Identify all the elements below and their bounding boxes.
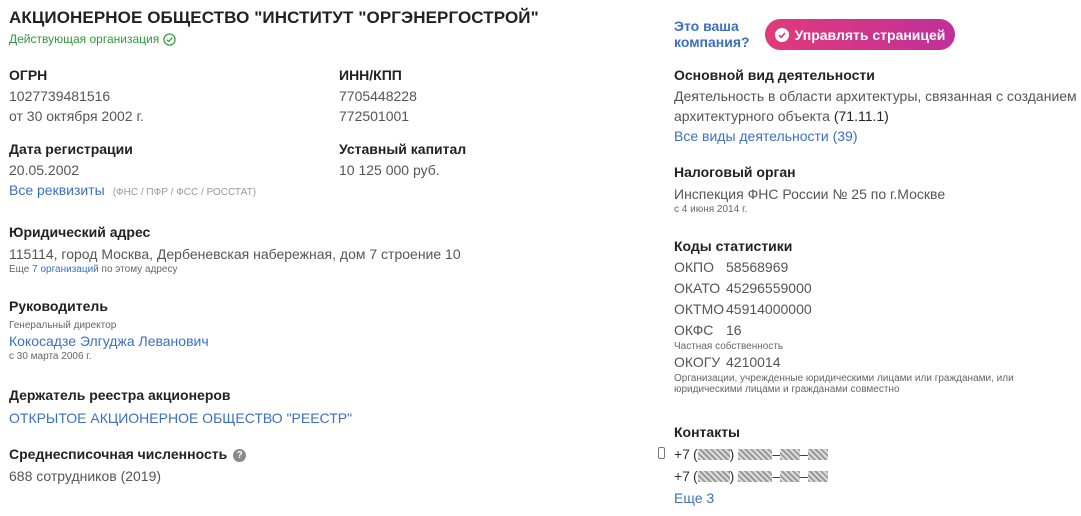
okato-row: ОКАТО 45296559000 [674,280,812,296]
tax-block: Налоговый орган Инспекция ФНС России № 2… [674,164,945,215]
director-name-link[interactable]: Кокосадзе Элгуджа Леванович [9,331,209,351]
shield-check-icon [774,27,789,42]
tax-since: с 4 июня 2014 г. [674,204,748,215]
inn-value: 7705448228 [339,88,417,104]
same-address-orgs-link[interactable]: 7 организаций [32,264,99,275]
tax-label: Налоговый орган [674,164,796,180]
capital-label: Уставный капитал [339,141,467,157]
masked-digits [738,448,773,460]
okogu-row: ОКОГУ 4210014 [674,354,781,370]
manage-page-button[interactable]: Управлять страницей [765,19,955,50]
address-label: Юридический адрес [9,224,151,240]
headcount-label: Среднесписочная численность [9,446,228,462]
okfs-row: ОКФС 16 [674,322,742,338]
ogrn-label: ОГРН [9,67,48,83]
masked-digits [807,470,828,482]
activity-line1: Деятельность в области архитектуры, связ… [674,88,1077,104]
ogrn-value: 1027739481516 [9,88,111,104]
requisites-note: (ФНС / ПФР / ФСС / РОССТАТ) [112,187,257,198]
okogu-note-2: юридическими лицами и гражданами совмест… [674,384,900,395]
capital-value: 10 125 000 руб. [339,162,440,178]
all-activities-link[interactable]: Все виды деятельности (39) [674,126,1077,146]
director-role: Генеральный директор [9,320,117,331]
registry-block: Держатель реестра акционеров ОТКРЫТОЕ АК… [9,387,352,428]
help-icon[interactable]: ? [233,448,247,462]
okfs-note: Частная собственность [674,341,784,352]
registry-label: Держатель реестра акционеров [9,387,231,403]
activity-code: (71.11.1) [833,108,889,124]
masked-digits [697,470,730,482]
registration-label: Дата регистрации [9,141,133,157]
masked-digits [807,448,828,460]
tax-value: Инспекция ФНС России № 25 по г.Москве [674,186,946,202]
registration-value: 20.05.2002 [9,162,80,178]
headcount-value: 688 сотрудников (2019) [9,468,162,484]
owner-prompt[interactable]: Это ваша компания? [674,18,750,50]
director-block: Руководитель Генеральный директор Кокоса… [9,298,209,362]
check-circle-icon [163,32,176,46]
all-requisites-link[interactable]: Все реквизиты [9,180,105,200]
inn-kpp-label: ИНН/КПП [339,67,402,83]
kpp-value: 772501001 [339,108,410,124]
headcount-label-row: Среднесписочная численность? [9,446,247,462]
phone-icon [658,447,665,459]
phone-1[interactable]: +7 () – – [674,443,828,465]
masked-digits [697,448,730,460]
more-contacts-link[interactable]: Еще 3 [674,487,828,509]
address-block: Юридический адрес 115114, город Москва, … [9,224,461,275]
oktmo-row: ОКТМО 45914000000 [674,301,812,317]
ogrn-date: от 30 октября 2002 г. [9,108,144,124]
registry-holder-link[interactable]: ОТКРЫТОЕ АКЦИОНЕРНОЕ ОБЩЕСТВО "РЕЕСТР" [9,408,352,428]
manage-page-label: Управлять страницей [794,26,946,43]
masked-digits [780,470,801,482]
masked-digits [738,470,773,482]
capital-block: Уставный капитал 10 125 000 руб. [339,141,466,180]
inn-kpp-block: ИНН/КПП 7705448228 772501001 [339,67,417,126]
address-value: 115114, город Москва, Дербеневская набер… [9,246,461,262]
headcount-block: Среднесписочная численность? 688 сотрудн… [9,446,247,486]
masked-digits [780,448,801,460]
phone-2[interactable]: +7 () – – [674,465,828,487]
requisites-row: Все реквизиты (ФНС / ПФР / ФСС / РОССТАТ… [9,180,256,200]
contacts-block: Контакты +7 () – – +7 () – – Еще 3 [658,424,828,509]
stats-label: Коды статистики [674,238,793,254]
ogrn-block: ОГРН 1027739481516 от 30 октября 2002 г. [9,67,144,126]
stats-block: Коды статистики ОКПО 58568969 ОКАТО 452965… [674,238,1014,395]
activity-label: Основной вид деятельности [674,67,875,83]
status-text: Действующая организация [9,32,160,46]
director-label: Руководитель [9,298,108,314]
contacts-label: Контакты [674,424,741,440]
company-title: АКЦИОНЕРНОЕ ОБЩЕСТВО "ИНСТИТУТ "ОРГЭНЕРГ… [9,8,539,27]
activity-block: Основной вид деятельности Деятельность в… [674,67,1077,146]
registration-block: Дата регистрации 20.05.2002 Все реквизит… [9,141,256,200]
okogu-note-1: Организации, учрежденные юридическими ли… [674,373,1014,384]
activity-line2-row: архитектурного объекта (71.11.1) [674,108,889,124]
status-badge: Действующая организация [9,32,176,46]
address-more: Еще 7 организаций по этому адресу [9,264,178,275]
director-since: с 30 марта 2006 г. [9,351,92,362]
okpo-row: ОКПО 58568969 [674,259,789,275]
